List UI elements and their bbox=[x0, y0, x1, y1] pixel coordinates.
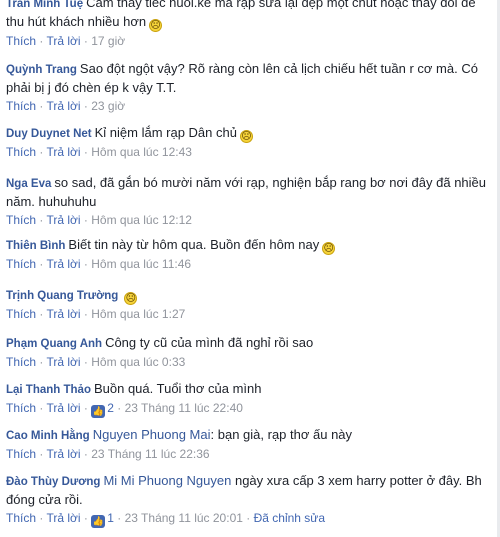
like-link[interactable]: Thích bbox=[6, 99, 36, 113]
comment-actions: Thích · Trả lời · Hôm qua lúc 0:33 bbox=[6, 355, 186, 369]
comment-timestamp[interactable]: 17 giờ bbox=[91, 34, 125, 48]
reply-link[interactable]: Trả lời bbox=[46, 447, 80, 461]
reply-link[interactable]: Trả lời bbox=[46, 511, 80, 525]
comment-text-line: Trịnh Quang Trường ☹ bbox=[6, 286, 494, 305]
like-count[interactable]: 1 bbox=[107, 511, 114, 525]
sad-emoji-icon: ☹ bbox=[124, 292, 138, 305]
like-link[interactable]: Thích bbox=[6, 447, 36, 461]
like-link[interactable]: Thích bbox=[6, 145, 36, 159]
comment-body: Buồn quá. Tuổi thơ của mình bbox=[93, 381, 262, 396]
comment-item: Cao Minh Hằng Nguyen Phuong Mai: bạn già,… bbox=[6, 426, 494, 463]
comment-item: Trịnh Quang Trường ☹ Thích · Trả lời · Hô… bbox=[6, 286, 494, 323]
mention-link[interactable]: Nguyen Phuong Mai bbox=[93, 427, 211, 442]
reply-link[interactable]: Trả lời bbox=[46, 307, 80, 321]
comment-author[interactable]: Nga Eva bbox=[6, 178, 51, 190]
comment-timestamp[interactable]: Hôm qua lúc 0:33 bbox=[91, 355, 185, 369]
comment-item: Đào Thùy Dương Mi Mi Phuong Nguyen ngày x… bbox=[6, 472, 494, 528]
edited-link[interactable]: Đã chỉnh sửa bbox=[254, 511, 325, 525]
thumbs-up-icon[interactable]: 👍 bbox=[91, 515, 106, 528]
like-link[interactable]: Thích bbox=[6, 401, 36, 415]
comment-author[interactable]: Cao Minh Hằng bbox=[6, 430, 90, 442]
comment-actions: Thích · Trả lời · Hôm qua lúc 11:46 bbox=[6, 257, 192, 271]
comment-text-line: Trần Minh Tuệ Cảm thấy tiếc nuối.kẻ mà rạ… bbox=[6, 0, 494, 32]
comment-actions: Thích · Trả lời · 23 giờ bbox=[6, 99, 126, 113]
reply-link[interactable]: Trả lời bbox=[46, 257, 80, 271]
comment-actions: Thích · Trả lời · Hôm qua lúc 12:12 bbox=[6, 213, 192, 227]
comment-text-line: Quỳnh Trang Sao đột ngột vậy? Rõ ràng còn… bbox=[6, 60, 494, 97]
comment-item: Thiên Bình Biết tin này từ hôm qua. Buồn … bbox=[6, 236, 494, 273]
sad-emoji-icon: ☹ bbox=[149, 19, 163, 32]
comment-actions: Thích · Trả lời · 👍 1 · 23 Tháng 11 lúc 2… bbox=[6, 511, 325, 528]
comment-timestamp[interactable]: 23 Tháng 11 lúc 22:40 bbox=[125, 401, 243, 415]
comment-author[interactable]: Quỳnh Trang bbox=[6, 64, 77, 76]
mention-link[interactable]: Mi Mi Phuong Nguyen bbox=[103, 473, 231, 488]
comment-author[interactable]: Trịnh Quang Trường bbox=[6, 290, 118, 302]
comment-body: Kỉ niệm lắm rạp Dân chủ bbox=[94, 125, 237, 140]
thumbs-up-icon[interactable]: 👍 bbox=[91, 405, 106, 418]
comment-item: Nga Eva so sad, đã gắn bó mười năm với rạ… bbox=[6, 174, 494, 229]
comment-item: Phạm Quang Anh Công ty cũ của mình đã ngh… bbox=[6, 334, 494, 371]
reply-link[interactable]: Trả lời bbox=[46, 213, 80, 227]
comment-timestamp[interactable]: 23 giờ bbox=[91, 99, 125, 113]
comment-text-line: Lại Thanh Thảo Buồn quá. Tuổi thơ của mìn… bbox=[6, 380, 494, 399]
reply-link[interactable]: Trả lời bbox=[46, 401, 80, 415]
comment-text-line: Đào Thùy Dương Mi Mi Phuong Nguyen ngày x… bbox=[6, 472, 494, 509]
like-link[interactable]: Thích bbox=[6, 307, 36, 321]
comment-timestamp[interactable]: Hôm qua lúc 12:43 bbox=[91, 145, 192, 159]
comment-timestamp[interactable]: 23 Tháng 11 lúc 22:36 bbox=[91, 447, 209, 461]
comment-author[interactable]: Duy Duynet Net bbox=[6, 128, 92, 140]
comment-body: so sad, đã gắn bó mười năm với rạp, nghi… bbox=[6, 175, 487, 209]
comment-body: : bạn già, rạp thơ ấu này bbox=[210, 427, 353, 442]
like-link[interactable]: Thích bbox=[6, 257, 36, 271]
comment-text-line: Cao Minh Hằng Nguyen Phuong Mai: bạn già,… bbox=[6, 426, 494, 445]
like-link[interactable]: Thích bbox=[6, 34, 36, 48]
comment-item: Lại Thanh Thảo Buồn quá. Tuổi thơ của mìn… bbox=[6, 380, 494, 418]
comment-author[interactable]: Trần Minh Tuệ bbox=[6, 0, 83, 10]
comment-item: Trần Minh Tuệ Cảm thấy tiếc nuối.kẻ mà rạ… bbox=[6, 0, 494, 50]
like-count[interactable]: 2 bbox=[107, 401, 114, 415]
comment-actions: Thích · Trả lời · Hôm qua lúc 12:43 bbox=[6, 145, 192, 159]
comment-actions: Thích · Trả lời · 👍 2 · 23 Tháng 11 lúc 2… bbox=[6, 401, 243, 418]
reply-link[interactable]: Trả lời bbox=[46, 34, 80, 48]
like-link[interactable]: Thích bbox=[6, 511, 36, 525]
comment-timestamp[interactable]: Hôm qua lúc 1:27 bbox=[91, 307, 185, 321]
comment-body: Công ty cũ của mình đã nghỉ rồi sao bbox=[105, 335, 314, 350]
reply-link[interactable]: Trả lời bbox=[46, 99, 80, 113]
comment-actions: Thích · Trả lời · 17 giờ bbox=[6, 34, 126, 48]
comment-actions: Thích · Trả lời · 23 Tháng 11 lúc 22:36 bbox=[6, 447, 210, 461]
comment-author[interactable]: Đào Thùy Dương bbox=[6, 476, 100, 488]
reply-link[interactable]: Trả lời bbox=[46, 145, 80, 159]
like-link[interactable]: Thích bbox=[6, 213, 36, 227]
comment-author[interactable]: Phạm Quang Anh bbox=[6, 338, 102, 350]
comment-body: Biết tin này từ hôm qua. Buồn đến hôm na… bbox=[68, 237, 320, 252]
comment-text-line: Phạm Quang Anh Công ty cũ của mình đã ngh… bbox=[6, 334, 494, 353]
comment-author[interactable]: Lại Thanh Thảo bbox=[6, 384, 91, 396]
comment-timestamp[interactable]: Hôm qua lúc 12:12 bbox=[91, 213, 192, 227]
comment-item: Quỳnh Trang Sao đột ngột vậy? Rõ ràng còn… bbox=[6, 60, 494, 115]
like-link[interactable]: Thích bbox=[6, 355, 36, 369]
sad-emoji-icon: ☹ bbox=[239, 130, 253, 143]
comment-author[interactable]: Thiên Bình bbox=[6, 240, 65, 252]
comment-actions: Thích · Trả lời · Hôm qua lúc 1:27 bbox=[6, 307, 186, 321]
comment-timestamp[interactable]: 23 Tháng 11 lúc 20:01 bbox=[125, 511, 243, 525]
comment-text-line: Duy Duynet Net Kỉ niệm lắm rạp Dân chủ ☹ bbox=[6, 124, 494, 143]
comment-timestamp[interactable]: Hôm qua lúc 11:46 bbox=[91, 257, 191, 271]
comment-item: Duy Duynet Net Kỉ niệm lắm rạp Dân chủ ☹ T… bbox=[6, 124, 494, 161]
reply-link[interactable]: Trả lời bbox=[46, 355, 80, 369]
comment-text-line: Nga Eva so sad, đã gắn bó mười năm với rạ… bbox=[6, 174, 494, 211]
sad-emoji-icon: ☹ bbox=[322, 242, 336, 255]
comment-text-line: Thiên Bình Biết tin này từ hôm qua. Buồn … bbox=[6, 236, 494, 255]
